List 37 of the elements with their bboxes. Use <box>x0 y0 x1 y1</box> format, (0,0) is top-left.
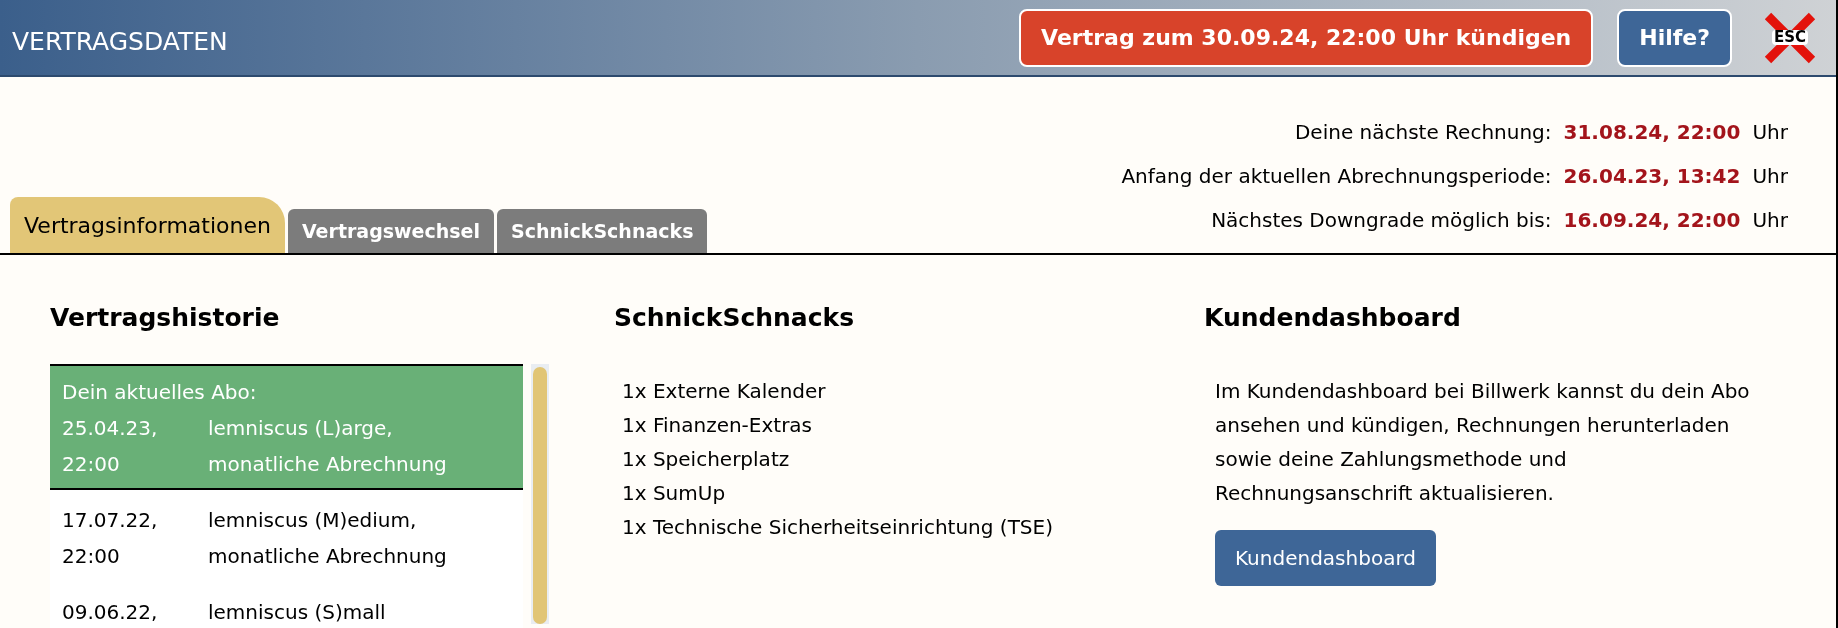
info-unit: Uhr <box>1752 207 1788 234</box>
info-label: Deine nächste Rechnung: <box>1293 119 1552 146</box>
history-date: 09.06.22, <box>62 598 159 626</box>
info-value: 26.04.23, 13:42 <box>1563 163 1741 190</box>
plan-name: lemniscus (S)mall <box>208 598 386 626</box>
history-date: 17.07.22, <box>62 506 159 534</box>
info-label: Anfang der aktuellen Abrechnungsperiode: <box>1121 163 1552 190</box>
billing-type: monatliche Abrechnung <box>208 542 447 570</box>
info-unit: Uhr <box>1752 119 1788 146</box>
extra-item: 1x Speicherplatz <box>622 445 791 473</box>
tab[interactable]: SchnickSchnacks <box>497 209 708 253</box>
extra-item: 1x Externe Kalender <box>622 377 827 405</box>
cancel-contract-button[interactable]: Vertrag zum 30.09.24, 22:00 Uhr kündigen <box>1019 8 1594 67</box>
billing-type: monatliche Abrechnung <box>208 450 447 478</box>
history-time: 22:00 <box>62 450 121 478</box>
history-date: 25.04.23, <box>62 414 159 442</box>
extra-item: 1x Technische Sicherheitseinrichtung (TSE) <box>622 513 1054 541</box>
extra-item: 1x SumUp <box>622 479 727 507</box>
dashboard-description: Im Kundendashboard bei Billwerk kannst du dein Abo ansehen und kündigen, Rechnungen herunterladen sowie deine Zahlungsmethode und Rechnungsanschrift aktualisieren. <box>1214 377 1751 507</box>
info-unit: Uhr <box>1752 163 1788 190</box>
history-time: 22:00 <box>62 542 121 570</box>
section-heading: SchnickSchnacks <box>614 302 856 334</box>
plan-name: lemniscus (M)edium, <box>208 506 418 534</box>
info-value: 16.09.24, 22:00 <box>1563 207 1741 234</box>
plan-name: lemniscus (L)arge, <box>208 414 394 442</box>
tab[interactable]: Vertragswechsel <box>287 209 494 253</box>
info-label: Nächstes Downgrade möglich bis: <box>1210 207 1552 234</box>
extra-item: 1x Finanzen-Extras <box>622 411 814 439</box>
section-heading: Kundendashboard <box>1204 302 1462 334</box>
current-plan-label: Dein aktuelles Abo: <box>62 378 258 406</box>
section-heading: Vertragshistorie <box>50 302 281 334</box>
tab[interactable]: Vertragsinformationen <box>10 197 285 253</box>
window-title: VERTRAGSDATEN <box>12 25 228 58</box>
help-button[interactable]: Hilfe? <box>1617 8 1732 67</box>
scrollbar[interactable] <box>531 363 549 624</box>
dashboard-button[interactable]: Kundendashboard <box>1215 529 1436 586</box>
info-value: 31.08.24, 22:00 <box>1563 119 1741 146</box>
